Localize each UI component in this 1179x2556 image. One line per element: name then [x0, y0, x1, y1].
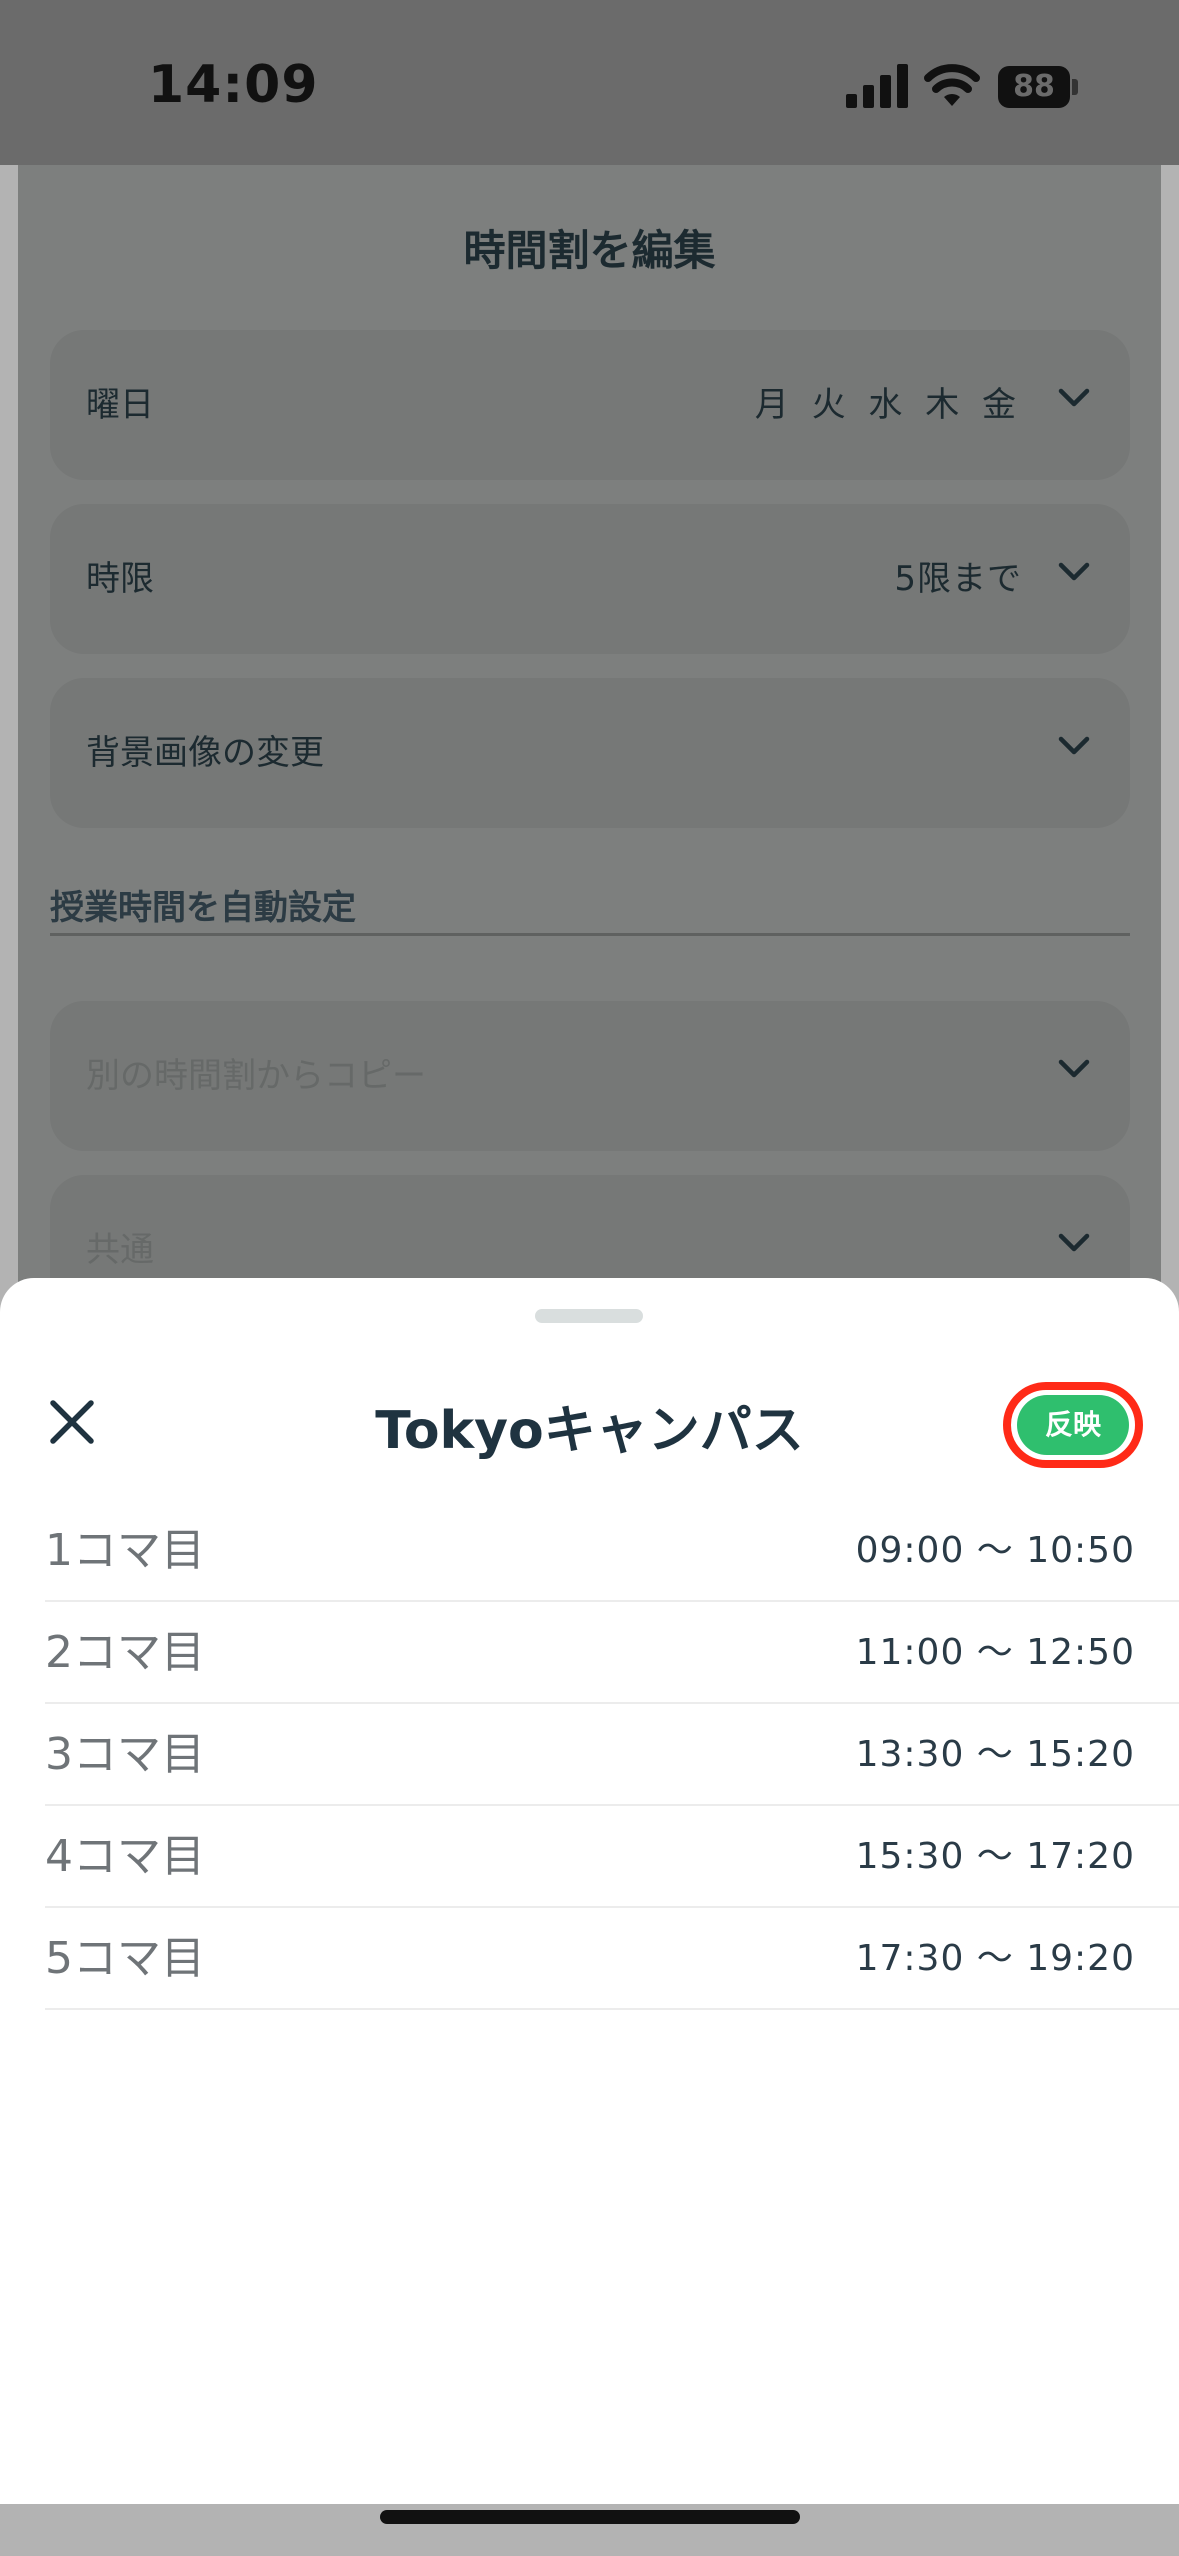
period-row: 5コマ目 17:30 ～ 19:20 [45, 1908, 1179, 2010]
battery-icon: 88 [998, 66, 1078, 108]
period-row: 2コマ目 11:00 ～ 12:50 [45, 1602, 1179, 1704]
home-indicator[interactable] [380, 2510, 800, 2524]
status-time: 14:09 [148, 55, 319, 115]
period-list: 1コマ目 09:00 ～ 10:50 2コマ目 11:00 ～ 12:50 3コ… [45, 1500, 1179, 2010]
period-name: 3コマ目 [45, 1729, 205, 1780]
period-time: 11:00 ～ 12:50 [855, 1632, 1135, 1673]
period-name: 5コマ目 [45, 1933, 205, 1984]
background-image-setting-row[interactable]: 背景画像の変更 [50, 678, 1130, 828]
chevron-down-icon [1058, 1233, 1090, 1252]
period-limit-setting-row[interactable]: 時限 5限まで [50, 504, 1130, 654]
weekday-setting-row[interactable]: 曜日 月 火 水 木 金 [50, 330, 1130, 480]
copy-from-timetable-label: 別の時間割からコピー [86, 1056, 426, 1096]
period-row: 4コマ目 15:30 ～ 17:20 [45, 1806, 1179, 1908]
chevron-down-icon [1058, 736, 1090, 755]
copy-from-timetable-row[interactable]: 別の時間割からコピー [50, 1001, 1130, 1151]
period-limit-value: 5限まで [894, 559, 1022, 599]
period-row: 3コマ目 13:30 ～ 15:20 [45, 1704, 1179, 1806]
period-limit-label: 時限 [86, 559, 154, 599]
battery-level: 88 [998, 66, 1070, 108]
chevron-down-icon [1058, 1059, 1090, 1078]
auto-time-section-header: 授業時間を自動設定 [50, 880, 1130, 936]
period-row: 1コマ目 09:00 ～ 10:50 [45, 1500, 1179, 1602]
signal-icon [846, 64, 908, 108]
page-title: 時間割を編集 [463, 226, 716, 275]
period-name: 1コマ目 [45, 1525, 205, 1576]
chevron-down-icon [1058, 388, 1090, 407]
period-time: 09:00 ～ 10:50 [855, 1530, 1135, 1571]
period-time: 13:30 ～ 15:20 [855, 1734, 1135, 1775]
period-time: 15:30 ～ 17:20 [855, 1836, 1135, 1877]
chevron-down-icon [1058, 562, 1090, 581]
background-image-label: 背景画像の変更 [86, 733, 324, 773]
drag-handle[interactable] [535, 1309, 643, 1323]
status-bar: 14:09 88 [0, 0, 1179, 165]
period-name: 4コマ目 [45, 1831, 205, 1882]
apply-button[interactable]: 反映 [1017, 1395, 1129, 1455]
wifi-icon [924, 64, 980, 106]
weekday-value: 月 火 水 木 金 [754, 385, 1022, 425]
weekday-label: 曜日 [86, 385, 154, 425]
period-time: 17:30 ～ 19:20 [855, 1938, 1135, 1979]
campus-times-sheet: Tokyoキャンパス 反映 1コマ目 09:00 ～ 10:50 2コマ目 11… [0, 1278, 1179, 2556]
period-name: 2コマ目 [45, 1627, 205, 1678]
